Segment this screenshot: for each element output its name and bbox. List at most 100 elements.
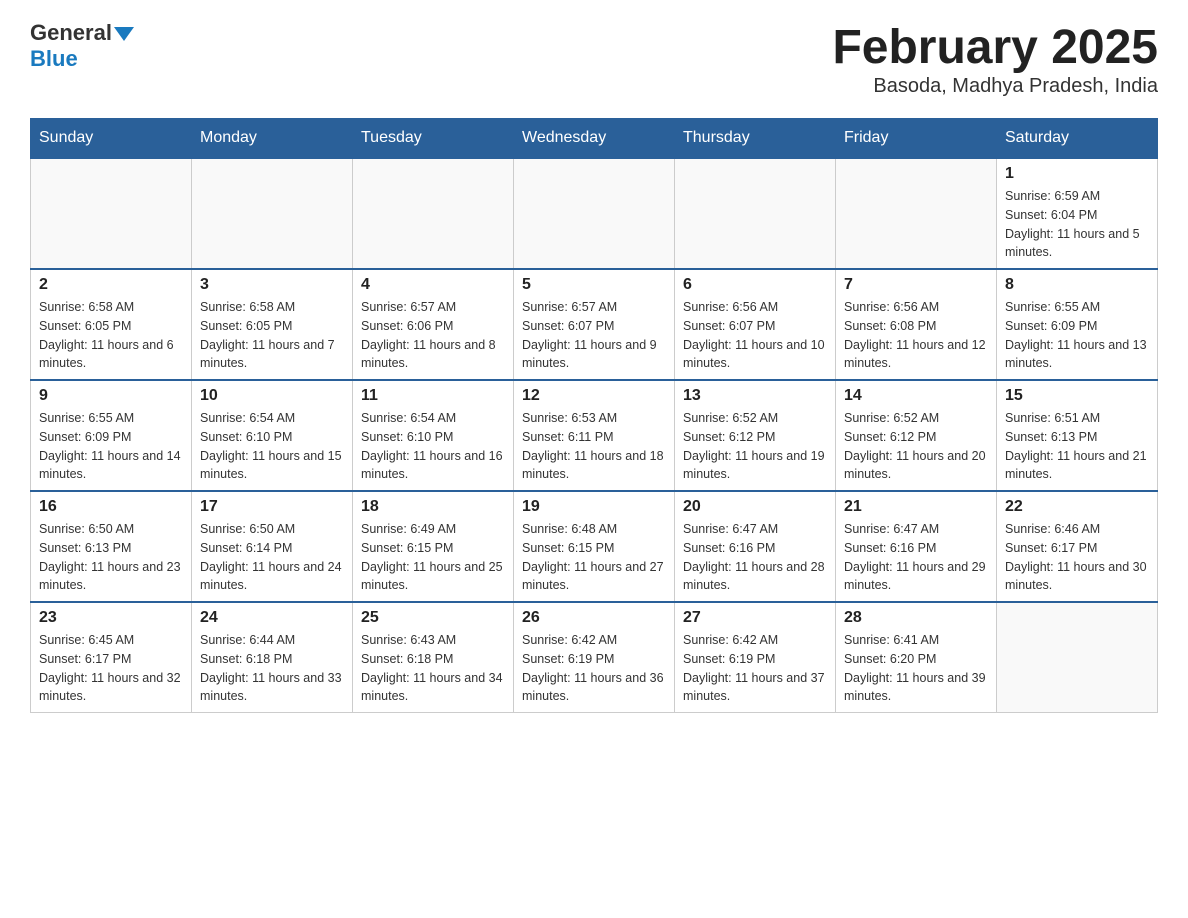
calendar-cell: 7Sunrise: 6:56 AMSunset: 6:08 PMDaylight…: [836, 269, 997, 380]
calendar-cell: 28 Sunrise: 6:41 AMSunset: 6:20 PMDayligh…: [836, 602, 997, 713]
day-number: 17: [200, 498, 344, 516]
day-number: 11: [361, 387, 505, 405]
day-number: 13: [683, 387, 827, 405]
calendar-cell: 2 Sunrise: 6:58 AMSunset: 6:05 PMDaylight…: [31, 269, 192, 380]
calendar-cell: 20Sunrise: 6:47 AMSunset: 6:16 PMDayligh…: [675, 491, 836, 602]
day-info: Sunrise: 6:42 AMSunset: 6:19 PMDaylight:…: [522, 631, 666, 706]
day-number: 25: [361, 609, 505, 627]
calendar-cell: 22 Sunrise: 6:46 AMSunset: 6:17 PMDayligh…: [997, 491, 1158, 602]
calendar-cell: 3 Sunrise: 6:58 AMSunset: 6:05 PMDaylight…: [192, 269, 353, 380]
day-of-week-header: Monday: [192, 119, 353, 159]
day-info: Sunrise: 6:59 AMSunset: 6:04 PMDaylight:…: [1005, 187, 1149, 262]
day-info: Sunrise: 6:55 AMSunset: 6:09 PMDaylight:…: [1005, 298, 1149, 373]
day-info: Sunrise: 6:47 AMSunset: 6:16 PMDaylight:…: [844, 520, 988, 595]
week-row: 2 Sunrise: 6:58 AMSunset: 6:05 PMDaylight…: [31, 269, 1158, 380]
logo: General Blue: [30, 20, 134, 72]
day-info: Sunrise: 6:48 AMSunset: 6:15 PMDaylight:…: [522, 520, 666, 595]
week-row: 9Sunrise: 6:55 AMSunset: 6:09 PMDaylight…: [31, 380, 1158, 491]
day-number: 9: [39, 387, 183, 405]
day-number: 16: [39, 498, 183, 516]
calendar-cell: [675, 158, 836, 269]
calendar-cell: 6Sunrise: 6:56 AMSunset: 6:07 PMDaylight…: [675, 269, 836, 380]
page-header: General Blue February 2025 Basoda, Madhy…: [30, 20, 1158, 98]
day-info: Sunrise: 6:41 AMSunset: 6:20 PMDaylight:…: [844, 631, 988, 706]
day-number: 14: [844, 387, 988, 405]
week-row: 23 Sunrise: 6:45 AMSunset: 6:17 PMDayligh…: [31, 602, 1158, 713]
calendar-cell: 9Sunrise: 6:55 AMSunset: 6:09 PMDaylight…: [31, 380, 192, 491]
calendar-cell: 18 Sunrise: 6:49 AMSunset: 6:15 PMDayligh…: [353, 491, 514, 602]
day-info: Sunrise: 6:53 AMSunset: 6:11 PMDaylight:…: [522, 409, 666, 484]
day-info: Sunrise: 6:49 AMSunset: 6:15 PMDaylight:…: [361, 520, 505, 595]
calendar-cell: 15 Sunrise: 6:51 AMSunset: 6:13 PMDayligh…: [997, 380, 1158, 491]
day-info: Sunrise: 6:54 AMSunset: 6:10 PMDaylight:…: [361, 409, 505, 484]
day-number: 3: [200, 276, 344, 294]
day-of-week-header: Wednesday: [514, 119, 675, 159]
calendar-cell: 5Sunrise: 6:57 AMSunset: 6:07 PMDaylight…: [514, 269, 675, 380]
calendar-cell: 26 Sunrise: 6:42 AMSunset: 6:19 PMDayligh…: [514, 602, 675, 713]
day-info: Sunrise: 6:51 AMSunset: 6:13 PMDaylight:…: [1005, 409, 1149, 484]
calendar-table: SundayMondayTuesdayWednesdayThursdayFrid…: [30, 118, 1158, 713]
page-title: February 2025: [832, 20, 1158, 75]
day-info: Sunrise: 6:50 AMSunset: 6:13 PMDaylight:…: [39, 520, 183, 595]
day-info: Sunrise: 6:52 AMSunset: 6:12 PMDaylight:…: [844, 409, 988, 484]
calendar-cell: 19 Sunrise: 6:48 AMSunset: 6:15 PMDayligh…: [514, 491, 675, 602]
calendar-cell: 8 Sunrise: 6:55 AMSunset: 6:09 PMDaylight…: [997, 269, 1158, 380]
day-number: 18: [361, 498, 505, 516]
day-number: 2: [39, 276, 183, 294]
week-row: 1 Sunrise: 6:59 AMSunset: 6:04 PMDaylight…: [31, 158, 1158, 269]
calendar-cell: 1 Sunrise: 6:59 AMSunset: 6:04 PMDaylight…: [997, 158, 1158, 269]
logo-general-text: General: [30, 20, 112, 45]
day-number: 19: [522, 498, 666, 516]
calendar-cell: [514, 158, 675, 269]
calendar-cell: [836, 158, 997, 269]
day-info: Sunrise: 6:56 AMSunset: 6:07 PMDaylight:…: [683, 298, 827, 373]
day-number: 5: [522, 276, 666, 294]
day-number: 21: [844, 498, 988, 516]
day-number: 15: [1005, 387, 1149, 405]
day-info: Sunrise: 6:58 AMSunset: 6:05 PMDaylight:…: [39, 298, 183, 373]
calendar-cell: 4 Sunrise: 6:57 AMSunset: 6:06 PMDaylight…: [353, 269, 514, 380]
calendar-cell: 16 Sunrise: 6:50 AMSunset: 6:13 PMDayligh…: [31, 491, 192, 602]
day-number: 23: [39, 609, 183, 627]
calendar-cell: 14 Sunrise: 6:52 AMSunset: 6:12 PMDayligh…: [836, 380, 997, 491]
day-info: Sunrise: 6:58 AMSunset: 6:05 PMDaylight:…: [200, 298, 344, 373]
logo-blue-text: Blue: [30, 46, 78, 71]
day-info: Sunrise: 6:45 AMSunset: 6:17 PMDaylight:…: [39, 631, 183, 706]
calendar-cell: [997, 602, 1158, 713]
calendar-header-row: SundayMondayTuesdayWednesdayThursdayFrid…: [31, 119, 1158, 159]
day-of-week-header: Saturday: [997, 119, 1158, 159]
day-number: 22: [1005, 498, 1149, 516]
calendar-cell: 23 Sunrise: 6:45 AMSunset: 6:17 PMDayligh…: [31, 602, 192, 713]
day-info: Sunrise: 6:57 AMSunset: 6:06 PMDaylight:…: [361, 298, 505, 373]
calendar-cell: 17Sunrise: 6:50 AMSunset: 6:14 PMDayligh…: [192, 491, 353, 602]
day-of-week-header: Sunday: [31, 119, 192, 159]
day-number: 8: [1005, 276, 1149, 294]
calendar-cell: 11 Sunrise: 6:54 AMSunset: 6:10 PMDayligh…: [353, 380, 514, 491]
day-number: 1: [1005, 165, 1149, 183]
page-subtitle: Basoda, Madhya Pradesh, India: [832, 75, 1158, 98]
calendar-cell: [192, 158, 353, 269]
day-info: Sunrise: 6:47 AMSunset: 6:16 PMDaylight:…: [683, 520, 827, 595]
day-number: 10: [200, 387, 344, 405]
day-number: 27: [683, 609, 827, 627]
day-info: Sunrise: 6:54 AMSunset: 6:10 PMDaylight:…: [200, 409, 344, 484]
day-number: 26: [522, 609, 666, 627]
title-block: February 2025 Basoda, Madhya Pradesh, In…: [832, 20, 1158, 98]
day-of-week-header: Thursday: [675, 119, 836, 159]
day-info: Sunrise: 6:52 AMSunset: 6:12 PMDaylight:…: [683, 409, 827, 484]
calendar-cell: 10 Sunrise: 6:54 AMSunset: 6:10 PMDayligh…: [192, 380, 353, 491]
calendar-cell: 12Sunrise: 6:53 AMSunset: 6:11 PMDayligh…: [514, 380, 675, 491]
day-number: 4: [361, 276, 505, 294]
day-info: Sunrise: 6:43 AMSunset: 6:18 PMDaylight:…: [361, 631, 505, 706]
day-info: Sunrise: 6:44 AMSunset: 6:18 PMDaylight:…: [200, 631, 344, 706]
day-info: Sunrise: 6:42 AMSunset: 6:19 PMDaylight:…: [683, 631, 827, 706]
calendar-cell: 21 Sunrise: 6:47 AMSunset: 6:16 PMDayligh…: [836, 491, 997, 602]
calendar-cell: [353, 158, 514, 269]
day-number: 7: [844, 276, 988, 294]
calendar-cell: 24Sunrise: 6:44 AMSunset: 6:18 PMDayligh…: [192, 602, 353, 713]
calendar-cell: 25 Sunrise: 6:43 AMSunset: 6:18 PMDayligh…: [353, 602, 514, 713]
logo-triangle-icon: [114, 27, 134, 41]
calendar-cell: 27 Sunrise: 6:42 AMSunset: 6:19 PMDayligh…: [675, 602, 836, 713]
day-info: Sunrise: 6:46 AMSunset: 6:17 PMDaylight:…: [1005, 520, 1149, 595]
day-number: 28: [844, 609, 988, 627]
